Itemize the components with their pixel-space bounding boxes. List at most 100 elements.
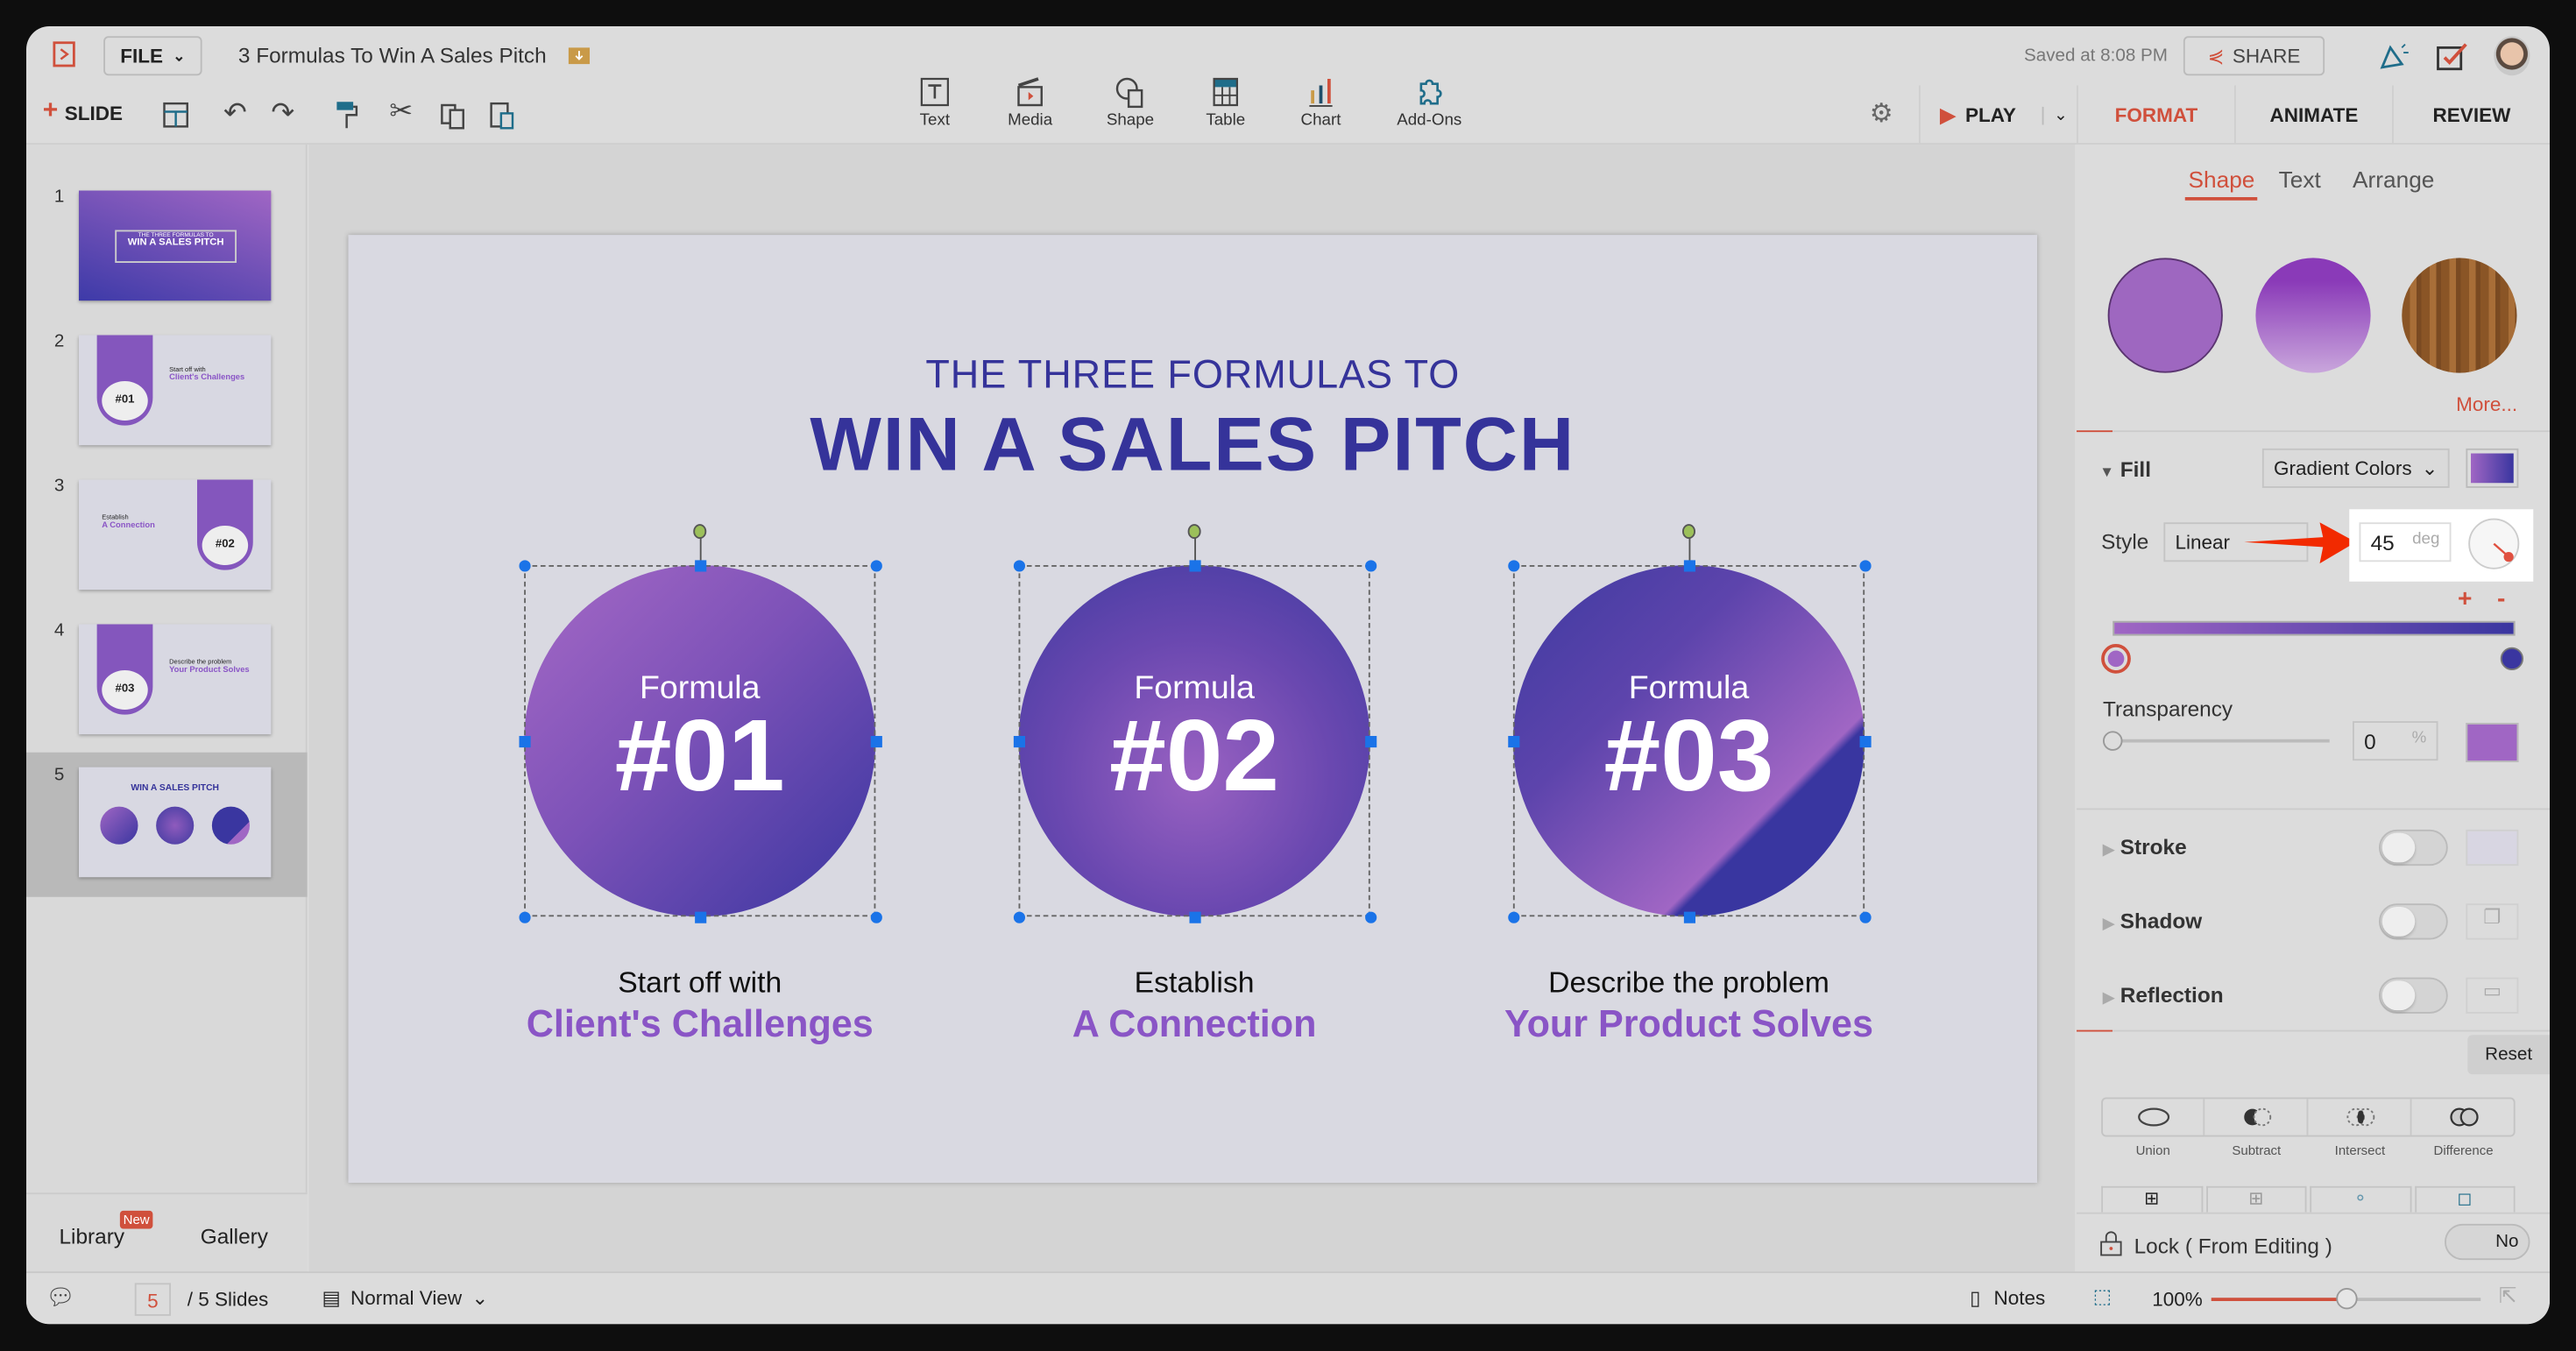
subtract-button[interactable]: [2206, 1099, 2309, 1135]
transparency-slider-thumb[interactable]: [2103, 731, 2123, 751]
document-title[interactable]: 3 Formulas To Win A Sales Pitch: [238, 43, 547, 67]
ungroup-button[interactable]: ⊞: [2205, 1185, 2307, 1213]
slide-thumbnail-5-active[interactable]: 5 WIN A SALES PITCH: [26, 752, 308, 897]
slide-subtitle[interactable]: THE THREE FORMULAS TO: [349, 353, 2038, 400]
insert-text-button[interactable]: Text: [894, 75, 976, 130]
difference-button[interactable]: [2413, 1099, 2515, 1135]
stroke-toggle[interactable]: [2379, 829, 2448, 866]
resize-handle[interactable]: [1188, 910, 1200, 923]
zoom-slider-thumb[interactable]: [2336, 1288, 2358, 1310]
stroke-section-toggle[interactable]: ▶ Stroke: [2103, 835, 2187, 859]
resize-handle[interactable]: [518, 559, 530, 571]
fullscreen-icon[interactable]: ⇱: [2499, 1283, 2516, 1309]
resize-handle[interactable]: [518, 735, 530, 747]
settings-gear-icon[interactable]: ⚙: [1870, 97, 1893, 131]
view-mode-select[interactable]: ▤ Normal View ⌄: [322, 1286, 489, 1309]
insert-addons-button[interactable]: Add-Ons: [1388, 75, 1470, 130]
reset-button[interactable]: Reset: [2467, 1035, 2550, 1075]
redo-icon[interactable]: ↷: [271, 97, 294, 131]
slide-thumbnail-2[interactable]: 2 #01 Start off with Client's Challenges: [26, 322, 308, 467]
connector-button[interactable]: ⚬: [2310, 1185, 2411, 1213]
insert-chart-button[interactable]: Chart: [1280, 75, 1362, 130]
resize-handle[interactable]: [694, 910, 706, 923]
transparency-slider[interactable]: [2109, 739, 2330, 743]
comments-icon[interactable]: 💬︎: [46, 1283, 75, 1311]
reflection-preset-icon[interactable]: ▭: [2466, 977, 2519, 1014]
caption-line2-2[interactable]: A Connection: [948, 1002, 1441, 1047]
resize-handle[interactable]: [1188, 559, 1200, 571]
resize-handle[interactable]: [1012, 910, 1025, 923]
more-styles-link[interactable]: More...: [2456, 393, 2517, 415]
rotate-handle[interactable]: [693, 524, 707, 539]
user-avatar[interactable]: [2494, 36, 2530, 76]
slide-thumbnail-1[interactable]: 1 THE THREE FORMULAS TO WIN A SALES PITCH: [26, 178, 308, 322]
resize-handle[interactable]: [518, 910, 530, 923]
format-painter-icon[interactable]: [336, 100, 358, 130]
shadow-toggle[interactable]: [2379, 903, 2448, 940]
union-button[interactable]: [2103, 1099, 2205, 1135]
resize-handle[interactable]: [1858, 559, 1871, 571]
copy-icon[interactable]: [441, 100, 467, 130]
tab-animate[interactable]: ANIMATE: [2234, 85, 2392, 145]
resize-handle[interactable]: [1858, 910, 1871, 923]
resize-handle[interactable]: [1012, 735, 1025, 747]
reflection-section-toggle[interactable]: ▶ Reflection: [2103, 982, 2224, 1007]
slide-thumbnail-4[interactable]: 4 #03 Describe the problem Your Product So…: [26, 612, 308, 756]
gallery-button[interactable]: Gallery: [201, 1224, 268, 1248]
insert-table-button[interactable]: Table: [1185, 75, 1267, 130]
share-button[interactable]: ⋞ SHARE: [2183, 36, 2325, 76]
caption-line1-2[interactable]: Establish: [948, 966, 1441, 1001]
gradient-angle-input[interactable]: 45 deg: [2359, 522, 2452, 562]
gradient-color-picker[interactable]: [2466, 448, 2519, 488]
shape-style-preset-3[interactable]: [2402, 258, 2517, 373]
insert-media-button[interactable]: Media: [989, 75, 1072, 130]
play-options-chevron-icon[interactable]: ⌄: [2042, 105, 2068, 124]
tab-format[interactable]: FORMAT: [2077, 85, 2234, 145]
replace-shape-button[interactable]: ◻: [2414, 1185, 2516, 1213]
caption-line2-1[interactable]: Client's Challenges: [454, 1002, 947, 1047]
stroke-color-picker[interactable]: [2466, 829, 2519, 866]
shape-style-preset-2[interactable]: [2255, 258, 2371, 373]
intersect-button[interactable]: [2310, 1099, 2412, 1135]
gradient-stop-start[interactable]: [2101, 644, 2131, 674]
slide-title[interactable]: WIN A SALES PITCH: [349, 400, 2038, 488]
current-slide-input[interactable]: 5: [134, 1283, 171, 1316]
caption-line1-1[interactable]: Start off with: [454, 966, 947, 1001]
shadow-section-toggle[interactable]: ▶ Shadow: [2103, 909, 2202, 933]
resize-handle[interactable]: [1507, 735, 1519, 747]
gradient-stop-end[interactable]: [2500, 647, 2523, 670]
tab-review[interactable]: REVIEW: [2392, 85, 2550, 145]
resize-handle[interactable]: [1507, 559, 1519, 571]
lock-toggle[interactable]: No: [2445, 1223, 2530, 1261]
fit-slide-icon[interactable]: ⬚: [2093, 1284, 2112, 1307]
play-button[interactable]: ▶ PLAY ⌄: [1919, 85, 2077, 145]
library-button[interactable]: Library: [60, 1224, 125, 1248]
notes-button[interactable]: ▯ Notes: [1970, 1286, 2045, 1309]
subtab-shape[interactable]: Shape: [2184, 166, 2259, 201]
layout-icon[interactable]: [163, 102, 189, 128]
shape-style-preset-1[interactable]: [2107, 258, 2223, 373]
resize-handle[interactable]: [1364, 735, 1376, 747]
remove-stop-button[interactable]: -: [2497, 585, 2505, 613]
group-button[interactable]: ⊞: [2101, 1185, 2203, 1213]
resize-handle[interactable]: [1012, 559, 1025, 571]
feedback-icon[interactable]: [2437, 43, 2470, 73]
rotate-handle[interactable]: [1682, 524, 1695, 539]
caption-line2-3[interactable]: Your Product Solves: [1442, 1002, 1936, 1047]
gradient-bar[interactable]: [2112, 620, 2516, 636]
resize-handle[interactable]: [1682, 910, 1695, 923]
angle-dial[interactable]: [2467, 518, 2523, 570]
subtab-text[interactable]: Text: [2279, 166, 2321, 192]
subtab-arrange[interactable]: Arrange: [2353, 166, 2434, 192]
new-slide-button[interactable]: + SLIDE: [43, 98, 123, 125]
resize-handle[interactable]: [869, 735, 881, 747]
rotate-handle[interactable]: [1187, 524, 1201, 539]
transparency-color-picker[interactable]: [2466, 723, 2519, 762]
add-stop-button[interactable]: +: [2458, 585, 2472, 613]
resize-handle[interactable]: [869, 559, 881, 571]
resize-handle[interactable]: [1364, 910, 1376, 923]
slide-5[interactable]: THE THREE FORMULAS TO WIN A SALES PITCH …: [348, 235, 2038, 1183]
resize-handle[interactable]: [869, 910, 881, 923]
shadow-preset-icon[interactable]: ❐: [2466, 903, 2519, 940]
fill-type-select[interactable]: Gradient Colors ⌄: [2261, 448, 2450, 488]
